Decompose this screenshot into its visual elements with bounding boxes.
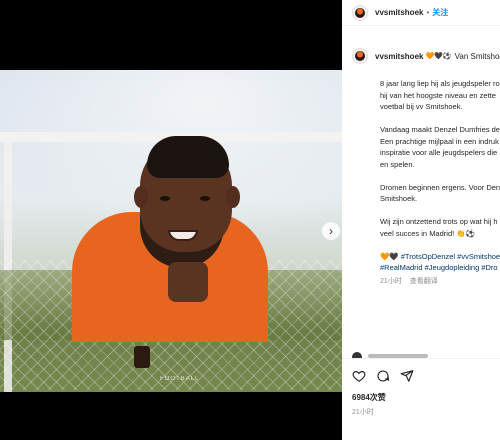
header-separator: • — [426, 8, 430, 17]
caption-line: Dromen beginnen ergens. Voor Den — [380, 182, 500, 192]
caption-line: Vandaag maakt Denzel Dumfries de — [380, 125, 500, 134]
caption-meta: 21小时 查看翻译 — [380, 276, 500, 288]
club-logo — [355, 7, 365, 18]
caption-line: voetbal bij vv Smitshoek. — [380, 102, 463, 111]
player-ear-left — [134, 186, 148, 208]
caption-username[interactable]: vvsmitshoek — [375, 52, 423, 61]
header-username[interactable]: vvsmitshoek — [375, 8, 423, 17]
shirt-club-badge — [134, 346, 150, 368]
caption-comment: vvsmitshoek 🧡🖤⚽ Van Smitshoek — [342, 48, 500, 64]
player-hair — [147, 136, 229, 178]
post-actions: 6984次赞 21小时 — [342, 358, 500, 440]
action-row — [352, 369, 500, 383]
player-eye-right — [200, 196, 210, 201]
caption-line: hij van het hoogste niveau en zette — [380, 90, 496, 100]
club-logo — [355, 51, 365, 61]
caption-line: Smitshoek. — [380, 194, 418, 203]
see-translation-link[interactable]: 查看翻译 — [410, 278, 438, 285]
caption-line: 8 jaar lang liep hij als jeugdspeler ro — [380, 79, 500, 88]
caption-line: en spelen. — [380, 159, 415, 169]
share-icon[interactable] — [400, 369, 414, 383]
hashtag-line[interactable]: #RealMadrid #Jeugdopleiding #Dro — [380, 262, 500, 274]
caption-time: 21小时 — [380, 277, 402, 285]
chevron-right-icon[interactable]: › — [322, 222, 340, 240]
next-comment-preview — [352, 350, 500, 358]
post-header: vvsmitshoek • 关注 — [342, 0, 500, 26]
club-name: Van Smitshoek — [454, 51, 500, 61]
post-media: FOOTBALL › — [0, 0, 342, 440]
post-side-panel: vvsmitshoek • 关注 vvsmitshoek 🧡🖤⚽ Van Smi… — [342, 0, 500, 440]
caption-line: inspiratie voor alle jeugdspelers die — [380, 148, 498, 157]
avatar[interactable] — [352, 4, 368, 21]
caption-header: vvsmitshoek 🧡🖤⚽ Van Smitshoek — [352, 48, 500, 64]
heart-icon[interactable] — [352, 369, 366, 383]
shirt-text: FOOTBALL — [160, 376, 200, 382]
player-neck — [168, 262, 208, 302]
post-time: 21小时 — [352, 409, 374, 416]
caption-line: Een prachtige mijlpaal in een indruk — [380, 136, 499, 146]
player-eye-left — [160, 196, 170, 201]
hashtag-line[interactable]: 🧡🖤 #TrotsOpDenzel #vvSmitshoe — [380, 251, 500, 263]
like-count[interactable]: 6984次赞 — [352, 392, 500, 403]
player-ear-right — [226, 186, 240, 208]
caption-text: 8 jaar lang liep hij als jeugdspeler ro … — [380, 78, 500, 287]
club-emojis: 🧡🖤⚽ — [425, 53, 452, 60]
caption-line: veel succes in Madrid! 👏⚽ — [380, 228, 475, 238]
caption-line: Wij zijn ontzettend trots op wat hij h — [380, 217, 498, 226]
follow-button[interactable]: 关注 — [432, 7, 448, 18]
comment-icon[interactable] — [376, 369, 390, 383]
caption-avatar[interactable] — [352, 48, 368, 64]
